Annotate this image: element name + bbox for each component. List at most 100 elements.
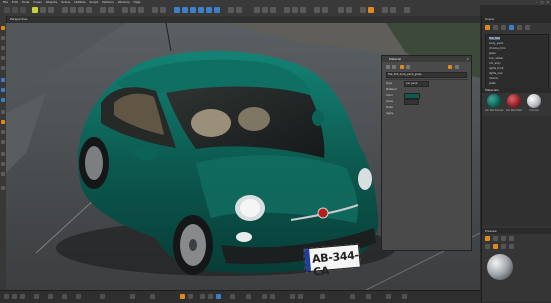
scene-tool-icon-2[interactable] (493, 25, 498, 30)
pick-icon[interactable] (1, 26, 5, 30)
scene-tool-icon-5[interactable] (517, 25, 522, 30)
snap-icon[interactable] (100, 7, 106, 13)
screenshot-icon[interactable] (382, 7, 388, 13)
menu-options[interactable]: Options (102, 0, 114, 4)
material-tool-icon-3[interactable] (400, 65, 404, 69)
select-icon[interactable] (62, 7, 68, 13)
info-icon[interactable] (1, 186, 5, 190)
tree-item[interactable]: body_paint (489, 42, 503, 45)
group-icon[interactable] (1, 78, 5, 82)
bottom-tool-icon-14[interactable] (208, 294, 213, 299)
move-icon[interactable] (70, 7, 76, 13)
bottom-tool-icon-22[interactable] (320, 294, 325, 299)
scene-tool-icon-4[interactable] (509, 25, 514, 30)
bottom-tool-icon-8[interactable] (100, 294, 105, 299)
preview-tool-icon-7[interactable] (501, 244, 506, 249)
material-tool-icon-1[interactable] (386, 65, 390, 69)
highlight-icon[interactable] (368, 7, 374, 13)
camera-add-icon[interactable] (1, 130, 5, 134)
backplate-icon[interactable] (1, 140, 5, 144)
material-tool-icon-4[interactable] (406, 65, 410, 69)
scene-tool-icon-6[interactable] (525, 25, 530, 30)
ground-icon[interactable] (1, 162, 5, 166)
preview-tool-icon-3[interactable] (501, 236, 506, 241)
close-icon[interactable]: × (546, 0, 549, 5)
hide-icon[interactable] (1, 88, 5, 92)
bottom-tool-icon-18[interactable] (262, 294, 267, 299)
bottom-tool-icon-3[interactable] (20, 294, 25, 299)
minimize-icon[interactable]: – (536, 0, 538, 5)
scene-tool-icon-1[interactable] (485, 25, 490, 30)
menu-tools[interactable]: Tools (22, 0, 29, 4)
bottom-tool-icon-26[interactable] (402, 294, 407, 299)
bottom-tool-icon-9[interactable] (130, 294, 135, 299)
front-view-icon[interactable] (270, 7, 276, 13)
bottom-tool-icon-4[interactable] (34, 294, 39, 299)
tree-item[interactable]: Fiat_500 (489, 37, 500, 40)
gloss-field[interactable] (404, 99, 419, 105)
bottom-tool-icon-12[interactable] (188, 294, 193, 299)
material-editor-icon[interactable] (228, 7, 234, 13)
menu-edit[interactable]: Edit (12, 0, 18, 4)
light-icon[interactable] (130, 7, 136, 13)
pan-icon[interactable] (292, 7, 298, 13)
menu-help[interactable]: Help (134, 0, 141, 4)
menu-window[interactable]: Window (118, 0, 130, 4)
menu-views[interactable]: Views (33, 0, 42, 4)
measure-icon[interactable] (1, 110, 5, 114)
render-icon[interactable] (32, 7, 38, 13)
material-swatch-chrome[interactable] (527, 94, 541, 108)
preset-select[interactable]: Car paint (404, 81, 429, 87)
bottom-tool-icon-10[interactable] (150, 294, 155, 299)
bottom-tool-icon-24[interactable] (366, 294, 371, 299)
sequencer-icon[interactable] (206, 7, 212, 13)
preview-tool-icon-1[interactable] (485, 236, 490, 241)
cube-icon[interactable] (1, 46, 5, 50)
focus-icon[interactable] (1, 172, 5, 176)
physics-icon[interactable] (174, 7, 180, 13)
settings-icon[interactable] (360, 7, 366, 13)
menu-file[interactable]: File (3, 0, 8, 4)
sphere-icon[interactable] (1, 36, 5, 40)
scale-icon[interactable] (86, 7, 92, 13)
tree-item[interactable]: tire_rubber (489, 57, 503, 60)
bottom-tool-icon-20[interactable] (290, 294, 295, 299)
tree-item[interactable]: chrome_trim (489, 47, 505, 50)
bottom-tool-icon-17[interactable] (246, 294, 251, 299)
bottom-tool-icon-23[interactable] (350, 294, 355, 299)
bottom-tool-icon-13[interactable] (200, 294, 205, 299)
bottom-tool-icon-11[interactable] (180, 294, 185, 299)
tree-item[interactable]: glass (489, 52, 496, 55)
menu-utilities[interactable]: Utilities (74, 0, 85, 4)
grid-icon[interactable] (108, 7, 114, 13)
stop-render-icon[interactable] (322, 7, 328, 13)
cylinder-icon[interactable] (1, 66, 5, 70)
tree-item[interactable]: lights_front (489, 67, 504, 70)
bottom-tool-icon-1[interactable] (4, 294, 9, 299)
preview-tool-icon-5[interactable] (485, 244, 490, 249)
top-view-icon[interactable] (262, 7, 268, 13)
open-icon[interactable] (12, 7, 18, 13)
tree-item[interactable]: plate (489, 82, 496, 85)
tree-item[interactable]: interior (489, 77, 498, 80)
tree-item[interactable]: lights_rear (489, 72, 503, 75)
pause-icon[interactable] (346, 7, 352, 13)
studio-icon[interactable] (1, 152, 5, 156)
scene-tree[interactable]: Fiat_500 body_paint chrome_trim glass ti… (485, 34, 549, 93)
material-tool-icon-2[interactable] (392, 65, 396, 69)
bottom-tool-icon-6[interactable] (62, 294, 67, 299)
dialog-close-icon[interactable]: × (466, 57, 469, 61)
material-swatch-green[interactable] (487, 94, 501, 108)
bottom-tool-icon-7[interactable] (76, 294, 81, 299)
env-icon[interactable] (138, 7, 144, 13)
plane-icon[interactable] (1, 56, 5, 60)
orbit-icon[interactable] (300, 7, 306, 13)
maximize-icon[interactable]: □ (541, 0, 544, 5)
material-tool-icon-6[interactable] (455, 65, 459, 69)
preview-tool-icon-6[interactable] (493, 244, 498, 249)
shaded-icon[interactable] (152, 7, 158, 13)
keyframe-icon[interactable] (198, 7, 204, 13)
camera-view-icon[interactable] (254, 7, 260, 13)
rotate-icon[interactable] (78, 7, 84, 13)
dialog-titlebar[interactable]: Material × (382, 56, 471, 62)
